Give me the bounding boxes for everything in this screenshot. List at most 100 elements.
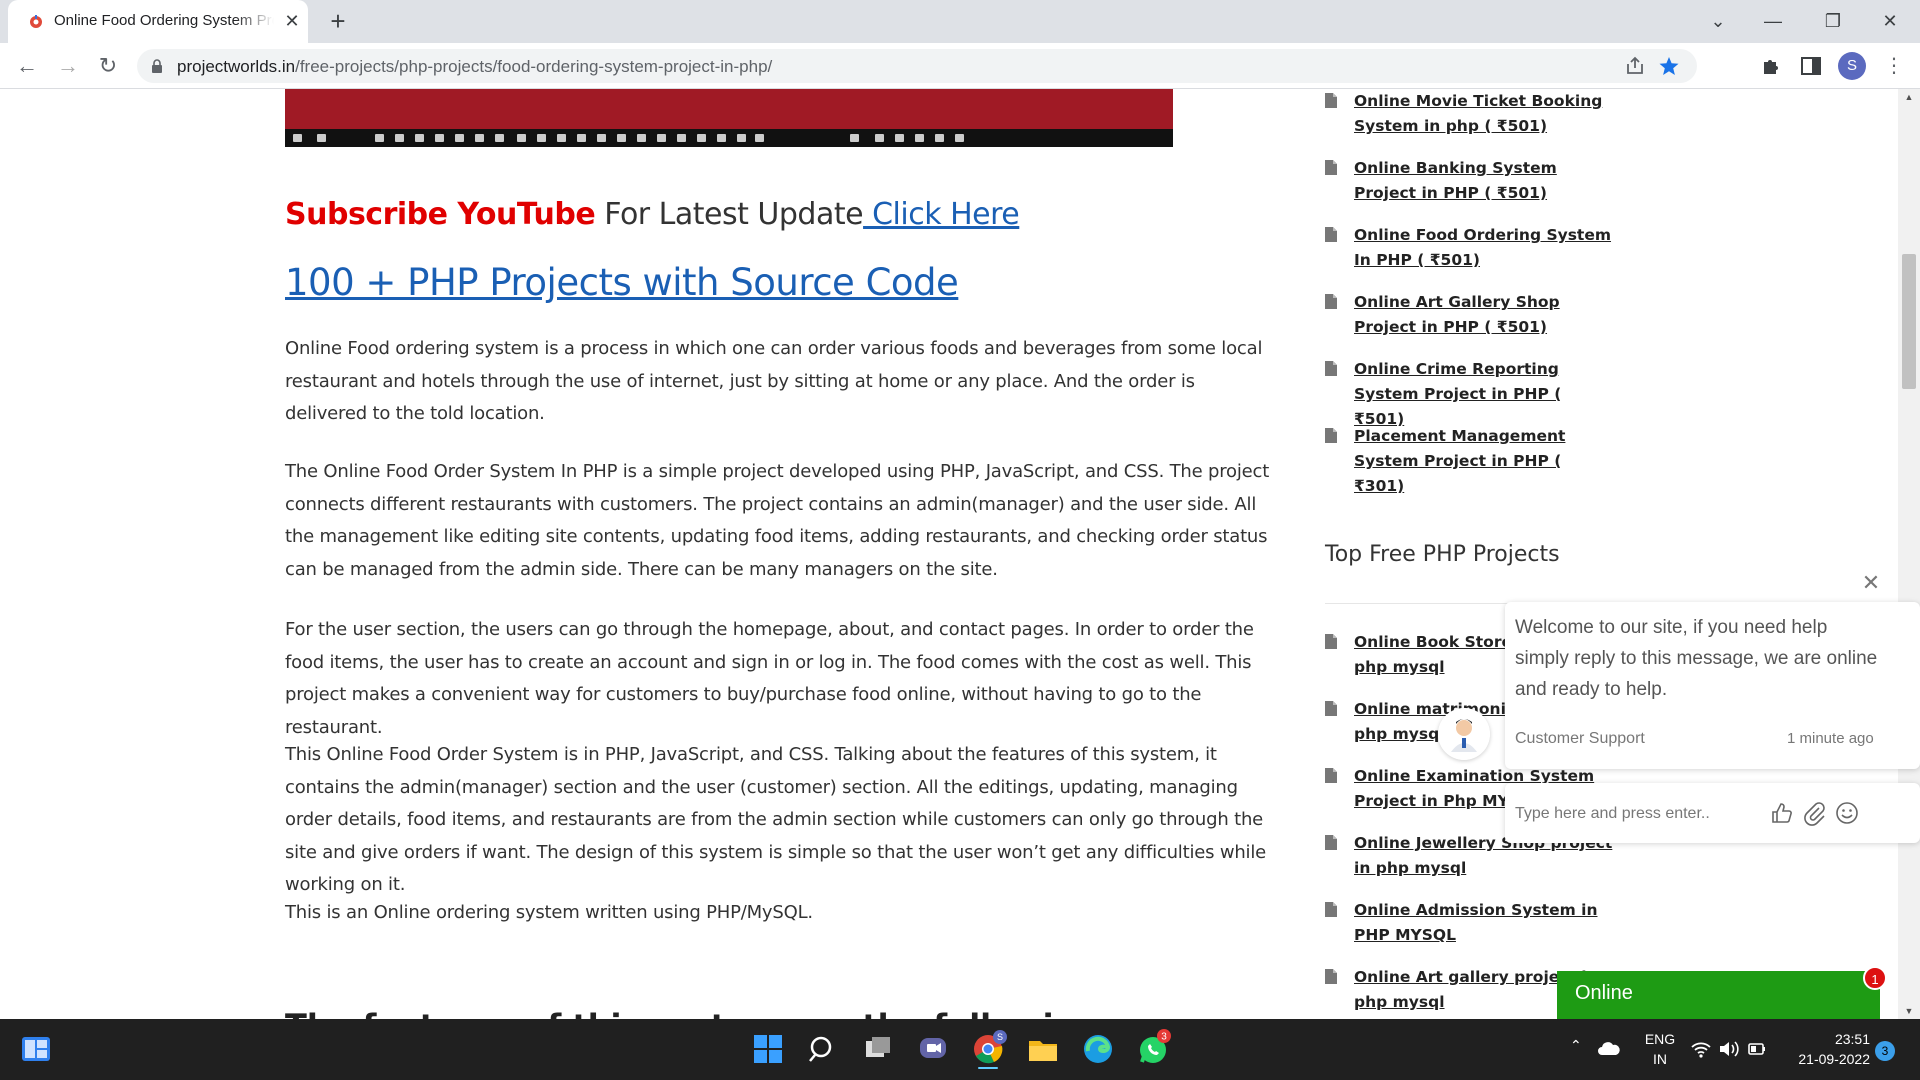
chat-input-area [1505, 783, 1920, 843]
sidebar-project-link[interactable]: Online Food Ordering System In PHP ( ₹50… [1354, 223, 1614, 273]
scrollbar-thumb[interactable] [1902, 254, 1916, 389]
reload-icon[interactable]: ↻ [93, 51, 123, 81]
language-region: IN [1653, 1051, 1667, 1067]
video-taskbar-icon [435, 134, 444, 142]
video-taskbar-icon [895, 134, 904, 142]
chat-message-time: 1 minute ago [1787, 730, 1874, 747]
attachment-paperclip-icon[interactable] [1800, 799, 1828, 827]
scroll-up-arrow-icon[interactable]: ▲ [1898, 89, 1920, 105]
video-taskbar-icon [293, 134, 302, 142]
sidebar-project-link[interactable]: Online Banking System Project in PHP ( ₹… [1354, 156, 1614, 206]
edge-browser-icon[interactable] [1078, 1029, 1118, 1069]
address-bar[interactable]: projectworlds.in/free-projects/php-proje… [137, 49, 1697, 83]
video-taskbar-icon [395, 134, 404, 142]
chrome-browser-icon[interactable]: S [968, 1029, 1008, 1069]
document-icon [1325, 969, 1337, 984]
article-paragraph: For the user section, the users can go t… [285, 619, 1254, 738]
notification-count-badge[interactable]: 3 [1875, 1041, 1895, 1061]
windows-start-icon[interactable] [748, 1029, 788, 1069]
chat-teams-icon[interactable] [913, 1029, 953, 1069]
sidebar-project-link[interactable]: Online Movie Ticket Booking System in ph… [1354, 89, 1614, 139]
video-taskbar-icon [657, 134, 666, 142]
video-taskbar-icon [850, 134, 859, 142]
clock-time: 23:51 [1834, 1031, 1870, 1047]
emoji-smiley-icon[interactable] [1833, 799, 1861, 827]
forward-arrow-icon[interactable]: → [53, 51, 83, 81]
video-taskbar-icon [875, 134, 884, 142]
new-tab-button[interactable]: + [324, 7, 352, 35]
clock-date: 21-09-2022 [1798, 1051, 1870, 1067]
document-icon [1325, 768, 1337, 783]
scroll-down-arrow-icon[interactable]: ▼ [1898, 1003, 1920, 1019]
lock-icon [152, 59, 162, 73]
restore-window-button[interactable]: ❐ [1818, 6, 1848, 36]
show-hidden-icons-chevron-icon[interactable]: ⌃ [1570, 1037, 1588, 1059]
share-icon[interactable] [1624, 55, 1646, 77]
video-taskbar-icon [317, 134, 326, 142]
document-icon [1325, 835, 1337, 850]
video-taskbar-icon [677, 134, 686, 142]
url-text[interactable]: projectworlds.in/free-projects/php-proje… [177, 57, 772, 77]
clock[interactable]: 23:51 21-09-2022 [1780, 1029, 1870, 1069]
php-projects-link[interactable]: 100 + PHP Projects with Source Code [285, 261, 959, 304]
sidebar-project-link[interactable]: Online Admission System in PHP MYSQL [1354, 898, 1614, 948]
task-view-icon[interactable] [858, 1029, 898, 1069]
chat-welcome-message: Welcome to our site, if you need help si… [1515, 617, 1878, 700]
video-screenshot-image [285, 89, 1173, 147]
volume-icon[interactable] [1718, 1039, 1740, 1059]
tab-search-chevron-icon[interactable]: ⌄ [1703, 6, 1733, 36]
chat-agent-name: Customer Support [1515, 730, 1645, 747]
video-taskbar-icon [717, 134, 726, 142]
features-heading: The features of this system are the foll… [285, 1007, 1112, 1019]
sidebar-project-link[interactable]: Placement Management System Project in P… [1354, 424, 1614, 499]
whatsapp-icon[interactable]: 3 [1133, 1029, 1173, 1069]
click-here-link[interactable]: Click Here [863, 197, 1020, 232]
search-icon[interactable] [803, 1029, 843, 1069]
windows-taskbar: S 3 ⌃ ENG IN 23:51 21-09-2022 3 [0, 1019, 1920, 1080]
document-icon [1325, 701, 1337, 716]
profile-avatar[interactable]: S [1838, 52, 1866, 80]
tab-close-icon[interactable]: ✕ [282, 11, 302, 31]
browser-toolbar: ← → ↻ projectworlds.in/free-projects/php… [0, 43, 1920, 89]
battery-icon[interactable] [1746, 1039, 1768, 1059]
chat-message-input[interactable] [1515, 801, 1755, 827]
back-arrow-icon[interactable]: ← [12, 51, 42, 81]
chrome-menu-icon[interactable]: ⋮ [1879, 51, 1909, 81]
browser-tab-active[interactable]: Online Food Ordering System Project in P… [8, 0, 308, 43]
wifi-icon[interactable] [1690, 1039, 1712, 1059]
document-icon [1325, 160, 1337, 175]
chat-online-status-bar[interactable]: Online [1557, 971, 1880, 1019]
chat-unread-badge: 1 [1863, 966, 1887, 990]
support-agent-avatar [1438, 708, 1490, 760]
widgets-icon[interactable] [16, 1029, 56, 1069]
file-explorer-icon[interactable] [1023, 1029, 1063, 1069]
video-taskbar-icon [495, 134, 504, 142]
document-icon [1325, 428, 1337, 443]
bookmark-star-icon[interactable] [1658, 55, 1680, 77]
video-embedded-taskbar [285, 129, 1173, 147]
article-paragraph: Online Food ordering system is a process… [285, 338, 1263, 424]
video-taskbar-icon [597, 134, 606, 142]
chat-message-bubble: Welcome to our site, if you need help si… [1505, 602, 1920, 769]
onedrive-cloud-icon[interactable] [1597, 1039, 1621, 1057]
sidebar-project-link[interactable]: Online Crime Reporting System Project in… [1354, 357, 1614, 432]
side-panel-icon[interactable] [1800, 55, 1822, 77]
extensions-puzzle-icon[interactable] [1760, 55, 1782, 77]
article-paragraph: This is an Online ordering system writte… [285, 902, 813, 923]
thumbs-up-icon[interactable] [1767, 799, 1795, 827]
language-indicator[interactable]: ENG IN [1638, 1029, 1682, 1069]
subscribe-youtube-text: Subscribe YouTube [285, 197, 596, 232]
url-path: /free-projects/php-projects/food-orderin… [295, 57, 773, 76]
video-taskbar-icon [455, 134, 464, 142]
minimize-window-button[interactable]: — [1758, 6, 1788, 36]
close-window-button[interactable]: ✕ [1875, 6, 1905, 36]
url-host: projectworlds.in [177, 57, 296, 76]
tab-title: Online Food Ordering System Project in P… [54, 12, 274, 29]
chat-close-icon[interactable]: ✕ [1859, 571, 1883, 595]
article-paragraph: This Online Food Order System is in PHP,… [285, 744, 1267, 895]
document-icon [1325, 294, 1337, 309]
sidebar-project-link[interactable]: Online Art Gallery Shop Project in PHP (… [1354, 290, 1614, 340]
page-scrollbar[interactable]: ▲ ▼ [1898, 89, 1920, 1019]
video-taskbar-icon [577, 134, 586, 142]
site-favicon-icon [30, 15, 42, 28]
